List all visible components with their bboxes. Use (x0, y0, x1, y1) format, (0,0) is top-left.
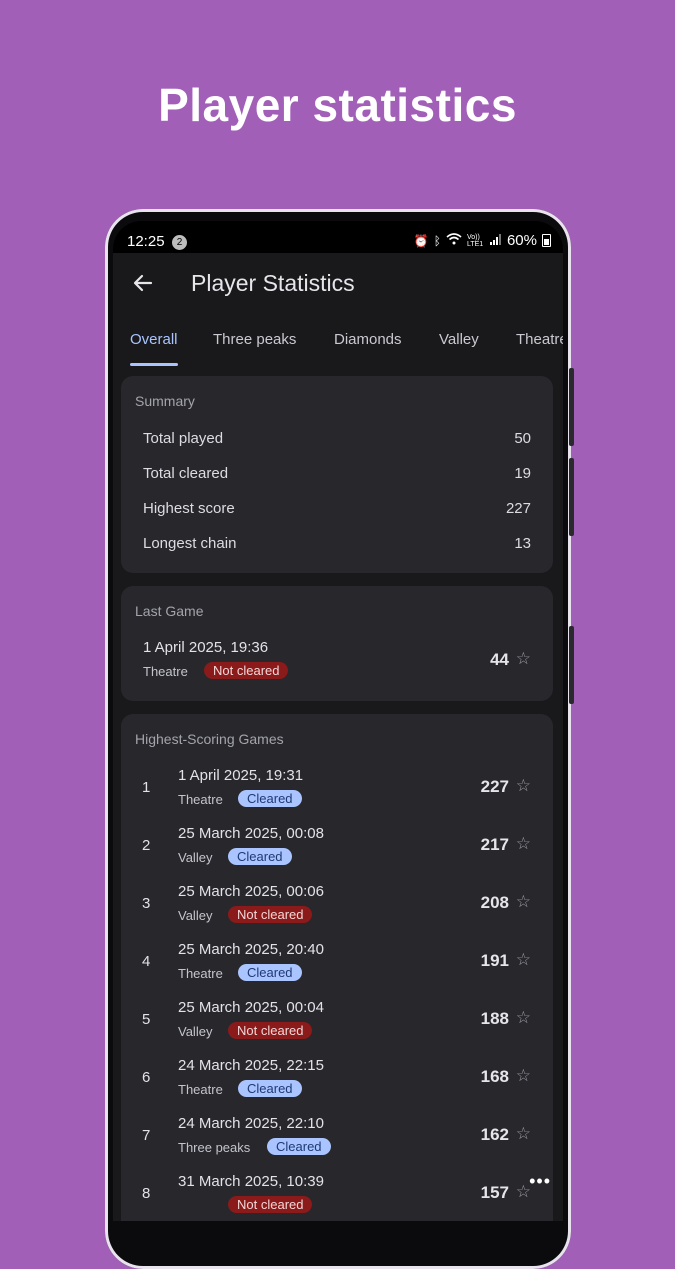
game-rank: 1 (142, 779, 151, 796)
promo-title: Player statistics (158, 79, 517, 131)
highest-score-label: Highest score (143, 500, 235, 517)
last-game-date: 1 April 2025, 19:36 (143, 639, 269, 656)
battery-icon (542, 234, 551, 247)
game-rank: 5 (142, 1011, 151, 1028)
tab-diamonds[interactable]: Diamonds (334, 331, 402, 348)
last-game-title: Last Game (135, 603, 204, 619)
status-badge: Cleared (228, 848, 292, 865)
game-rank: 4 (142, 953, 151, 970)
game-rank: 7 (142, 1127, 151, 1144)
page-title: Player Statistics (191, 270, 355, 296)
star-outline-icon: ☆ (515, 776, 531, 795)
game-score: 157 (480, 1183, 509, 1202)
notification-count-badge: 2 (172, 235, 187, 250)
longest-chain-label: Longest chain (143, 535, 237, 552)
last-game-card: Last Game 1 April 2025, 19:36 Theatre No… (121, 586, 553, 701)
game-rank: 3 (142, 895, 151, 912)
status-badge: Cleared (238, 790, 302, 807)
game-date: 25 March 2025, 00:04 (178, 999, 324, 1016)
star-outline-icon: ☆ (515, 1008, 531, 1027)
game-score: 227 (480, 777, 509, 796)
phone-side-button (569, 368, 574, 446)
game-score: 162 (480, 1125, 509, 1144)
status-badge: Cleared (238, 1080, 302, 1097)
game-mode: Valley (178, 908, 213, 923)
game-score: 191 (480, 951, 509, 970)
phone-side-button (569, 626, 574, 704)
tab-overall[interactable]: Overall (130, 331, 178, 348)
game-score: 217 (480, 835, 509, 854)
signal-icon (489, 233, 502, 248)
game-date: 25 March 2025, 20:40 (178, 941, 324, 958)
longest-chain-value: 13 (514, 535, 531, 552)
tab-indicator (130, 363, 178, 366)
highest-scoring-title: Highest-Scoring Games (135, 731, 284, 747)
game-score: 208 (480, 893, 509, 912)
game-mode: Theatre (178, 792, 223, 807)
game-mode: Valley (178, 850, 213, 865)
star-outline-icon: ☆ (515, 950, 531, 969)
battery-percent: 60% (506, 232, 537, 249)
alarm-icon: ⏰ (413, 233, 429, 248)
tab-three-peaks[interactable]: Three peaks (213, 331, 296, 348)
arrow-left-icon[interactable] (131, 271, 155, 295)
game-score: 188 (480, 1009, 509, 1028)
star-outline-icon: ☆ (515, 892, 531, 911)
total-played-value: 50 (514, 430, 531, 447)
game-rank: 8 (142, 1185, 151, 1202)
game-date: 24 March 2025, 22:15 (178, 1057, 324, 1074)
game-date: 1 April 2025, 19:31 (178, 767, 304, 784)
game-date: 31 March 2025, 10:39 (178, 1173, 324, 1190)
more-horizontal-icon[interactable]: ••• (529, 1171, 551, 1192)
total-played-label: Total played (143, 430, 224, 447)
status-badge: Not cleared (228, 1196, 313, 1213)
bluetooth-icon: ᛒ (433, 233, 441, 248)
game-rank: 2 (142, 837, 151, 854)
total-cleared-value: 19 (514, 465, 531, 482)
last-game-score: 44 (490, 650, 509, 669)
game-mode: Theatre (178, 966, 223, 981)
game-date: 25 March 2025, 00:06 (178, 883, 324, 900)
highest-scoring-card: Highest-Scoring Games 1 1 April 2025, 19… (121, 714, 553, 1221)
game-mode: Three peaks (178, 1140, 251, 1155)
status-badge: Cleared (267, 1138, 331, 1155)
last-game-mode: Theatre (143, 664, 188, 679)
game-date: 24 March 2025, 22:10 (178, 1115, 324, 1132)
star-outline-icon: ☆ (515, 834, 531, 853)
game-date: 25 March 2025, 00:08 (178, 825, 324, 842)
status-bar: 12:25 2 ⏰ ᛒ Vo)) LTE1 60% (113, 221, 563, 253)
star-outline-icon: ☆ (515, 1124, 531, 1143)
status-clock: 12:25 (127, 233, 165, 250)
status-badge: Not cleared (228, 906, 313, 923)
game-mode: Valley (178, 1024, 213, 1039)
highest-score-value: 227 (505, 500, 531, 517)
status-badge: Not cleared (204, 662, 289, 679)
tab-theatre[interactable]: Theatre (516, 331, 563, 348)
game-mode: Theatre (178, 1082, 223, 1097)
game-score: 168 (480, 1067, 509, 1086)
tab-bar: Overall Three peaks Diamonds Valley Thea… (113, 317, 563, 369)
status-badge: Not cleared (228, 1022, 313, 1039)
wifi-icon (446, 233, 462, 248)
app-screen: 12:25 2 ⏰ ᛒ Vo)) LTE1 60% Player Statist… (113, 221, 563, 1221)
tab-valley[interactable]: Valley (439, 331, 479, 348)
app-bar: Player Statistics (113, 253, 563, 315)
phone-side-button (569, 458, 574, 536)
star-outline-icon: ☆ (515, 1066, 531, 1085)
status-badge: Cleared (238, 964, 302, 981)
summary-title: Summary (135, 393, 195, 409)
game-rank: 6 (142, 1069, 151, 1086)
lte-icon: Vo)) LTE1 (466, 233, 484, 248)
star-outline-icon: ☆ (515, 649, 531, 668)
summary-card: Summary Total played 50 Total cleared 19… (121, 376, 553, 573)
total-cleared-label: Total cleared (143, 465, 229, 482)
